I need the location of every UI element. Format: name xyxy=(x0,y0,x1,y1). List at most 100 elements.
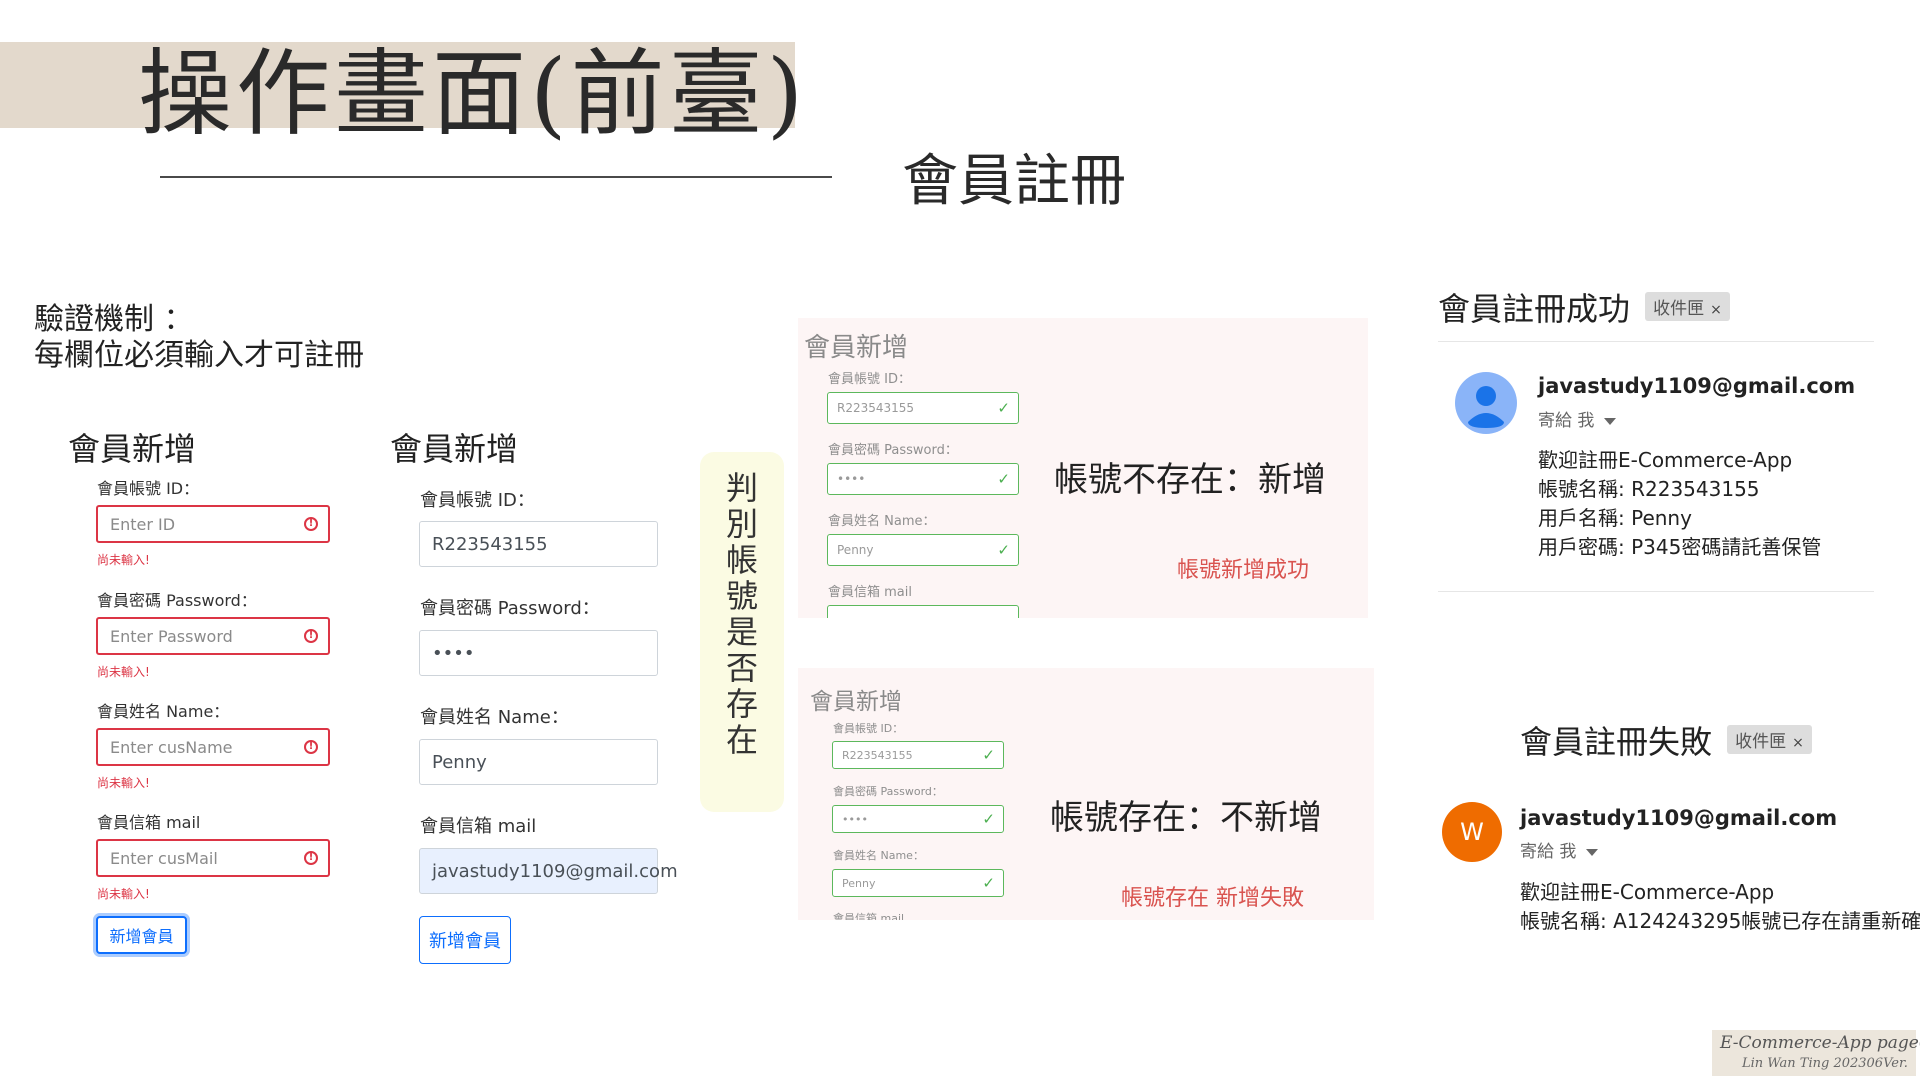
mail-success-header: 會員註冊成功 收件匣 × xyxy=(1438,284,1730,330)
inbox-badge: 收件匣 × xyxy=(1727,725,1812,754)
close-icon[interactable]: × xyxy=(1710,302,1722,318)
chevron-down-icon xyxy=(1604,417,1617,425)
success-name-label: 會員姓名 Name： xyxy=(828,514,936,529)
empty-id-input[interactable]: Enter ID ! xyxy=(96,505,330,543)
inbox-badge-label: 收件匣 xyxy=(1653,299,1705,319)
mail-success-bottom-divider xyxy=(1438,591,1874,592)
empty-id-label: 會員帳號 ID： xyxy=(97,479,200,498)
mail-fail-recipient[interactable]: 寄給 我 xyxy=(1520,837,1599,862)
success-screenshot: 會員新增 會員帳號 ID： R223543155 ✓ 會員密碼 Password… xyxy=(798,318,1368,618)
empty-password-placeholder: Enter Password xyxy=(110,626,233,646)
empty-password-label: 會員密碼 Password： xyxy=(97,591,257,610)
filled-name-input[interactable]: Penny xyxy=(419,739,658,785)
check-icon: ✓ xyxy=(982,874,995,892)
mail-success-recipient[interactable]: 寄給 我 xyxy=(1538,406,1617,431)
footer-author: Lin Wan Ting 202306Ver. xyxy=(1742,1056,1908,1071)
fail-name-label: 會員姓名 Name： xyxy=(833,849,924,862)
mail-success-line: 用戶名稱: Penny xyxy=(1538,506,1692,530)
fail-form-title: 會員新增 xyxy=(810,689,902,715)
mail-fail-line: 帳號名稱: A124243295帳號已存在請重新確認 xyxy=(1520,909,1920,933)
empty-name-placeholder: Enter cusName xyxy=(110,737,233,757)
check-icon: ✓ xyxy=(997,399,1010,417)
fail-password-label: 會員密碼 Password： xyxy=(833,785,943,798)
check-icon: ✓ xyxy=(997,470,1010,488)
check-icon: ✓ xyxy=(982,746,995,764)
fail-name-input: Penny ✓ xyxy=(832,869,1004,897)
mail-success-subject: 會員註冊成功 xyxy=(1438,290,1631,328)
page-title: 操作畫面(前臺) xyxy=(138,40,808,149)
mail-fail-body: 歡迎註冊E-Commerce-App 帳號名稱: A124243295帳號已存在… xyxy=(1520,878,1920,936)
empty-name-input[interactable]: Enter cusName ! xyxy=(96,728,330,766)
success-password-label: 會員密碼 Password： xyxy=(828,443,958,458)
success-id-input: R223543155 ✓ xyxy=(827,392,1019,424)
fail-password-value: •••• xyxy=(842,812,868,826)
filled-name-label: 會員姓名 Name： xyxy=(420,707,569,728)
success-id-label: 會員帳號 ID： xyxy=(828,372,911,387)
mail-success-sender[interactable]: javastudy1109@gmail.com xyxy=(1538,374,1855,398)
success-name-value: Penny xyxy=(837,543,874,557)
mail-success-body: 歡迎註冊E-Commerce-App 帳號名稱: R223543155 用戶名稱… xyxy=(1538,446,1821,562)
mail-fail-line: 歡迎註冊E-Commerce-App xyxy=(1520,880,1775,904)
mail-success-to-me: 寄給 我 xyxy=(1538,411,1595,431)
empty-name-error: 尚未輸入! xyxy=(97,776,150,790)
mail-fail-header: 會員註冊失敗 收件匣 × xyxy=(1520,717,1812,763)
chevron-down-icon xyxy=(1586,848,1599,856)
success-password-value: •••• xyxy=(837,472,866,486)
fail-mail-label: 會員信箱 mail xyxy=(833,912,905,920)
filled-id-label: 會員帳號 ID： xyxy=(420,490,535,511)
footer-page: E-Commerce-App page09 xyxy=(1720,1033,1920,1053)
filled-password-label: 會員密碼 Password： xyxy=(420,598,600,619)
vertical-note-text: 判別帳號是否存在 xyxy=(725,469,758,759)
fail-screenshot: 會員新增 會員帳號 ID： R223543155 ✓ 會員密碼 Password… xyxy=(798,668,1374,920)
validation-note-line1: 驗證機制 ： xyxy=(34,302,194,337)
empty-submit-button[interactable]: 新增會員 xyxy=(96,916,187,954)
close-icon[interactable]: × xyxy=(1792,735,1804,751)
fail-annotation: 帳號存在：不新增 xyxy=(1050,798,1322,838)
error-icon: ! xyxy=(304,851,318,865)
filled-mail-label: 會員信箱 mail xyxy=(420,816,537,837)
mail-fail-sender[interactable]: javastudy1109@gmail.com xyxy=(1520,806,1837,830)
success-mail-label: 會員信箱 mail xyxy=(828,585,912,600)
filled-submit-button[interactable]: 新增會員 xyxy=(419,916,511,964)
empty-id-error: 尚未輸入! xyxy=(97,553,150,567)
empty-mail-label: 會員信箱 mail xyxy=(97,813,201,832)
mail-fail-to-me: 寄給 我 xyxy=(1520,842,1577,862)
inbox-badge-label: 收件匣 xyxy=(1735,732,1787,752)
success-form-title: 會員新增 xyxy=(804,333,909,363)
empty-password-error: 尚未輸入! xyxy=(97,665,150,679)
inbox-badge: 收件匣 × xyxy=(1645,292,1730,321)
success-mail-input xyxy=(827,605,1019,618)
mail-success-line: 歡迎註冊E-Commerce-App xyxy=(1538,448,1793,472)
filled-form-title: 會員新增 xyxy=(390,430,519,468)
fail-name-value: Penny xyxy=(842,876,876,890)
validation-note-line2: 每欄位必須輸入才可註冊 xyxy=(34,338,364,373)
error-icon: ! xyxy=(304,517,318,531)
check-icon: ✓ xyxy=(997,541,1010,559)
empty-form-title: 會員新增 xyxy=(68,430,197,468)
section-title: 會員註冊 xyxy=(902,149,1126,214)
title-underline xyxy=(160,176,832,178)
sender-avatar: W xyxy=(1442,802,1502,862)
filled-password-input[interactable]: •••• xyxy=(419,630,658,676)
filled-id-input[interactable]: R223543155 xyxy=(419,521,658,567)
fail-result: 帳號存在 新增失敗 xyxy=(1121,886,1304,911)
fail-id-value: R223543155 xyxy=(842,748,913,762)
mail-success-line: 用戶密碼: P345密碼請託善保管 xyxy=(1538,535,1822,559)
empty-mail-error: 尚未輸入! xyxy=(97,887,150,901)
mail-success-divider xyxy=(1438,341,1874,342)
empty-id-placeholder: Enter ID xyxy=(110,514,176,534)
validation-note: 驗證機制 ： 每欄位必須輸入才可註冊 xyxy=(34,302,364,374)
empty-password-input[interactable]: Enter Password ! xyxy=(96,617,330,655)
error-icon: ! xyxy=(304,629,318,643)
empty-mail-placeholder: Enter cusMail xyxy=(110,848,218,868)
success-annotation: 帳號不存在：新增 xyxy=(1054,460,1326,500)
empty-mail-input[interactable]: Enter cusMail ! xyxy=(96,839,330,877)
fail-id-label: 會員帳號 ID： xyxy=(833,722,904,735)
success-id-value: R223543155 xyxy=(837,401,915,415)
mail-success-line: 帳號名稱: R223543155 xyxy=(1538,477,1760,501)
success-password-input: •••• ✓ xyxy=(827,463,1019,495)
error-icon: ! xyxy=(304,740,318,754)
filled-mail-input[interactable]: javastudy1109@gmail.com xyxy=(419,848,678,894)
empty-name-label: 會員姓名 Name： xyxy=(97,702,230,721)
fail-id-input: R223543155 ✓ xyxy=(832,741,1004,769)
